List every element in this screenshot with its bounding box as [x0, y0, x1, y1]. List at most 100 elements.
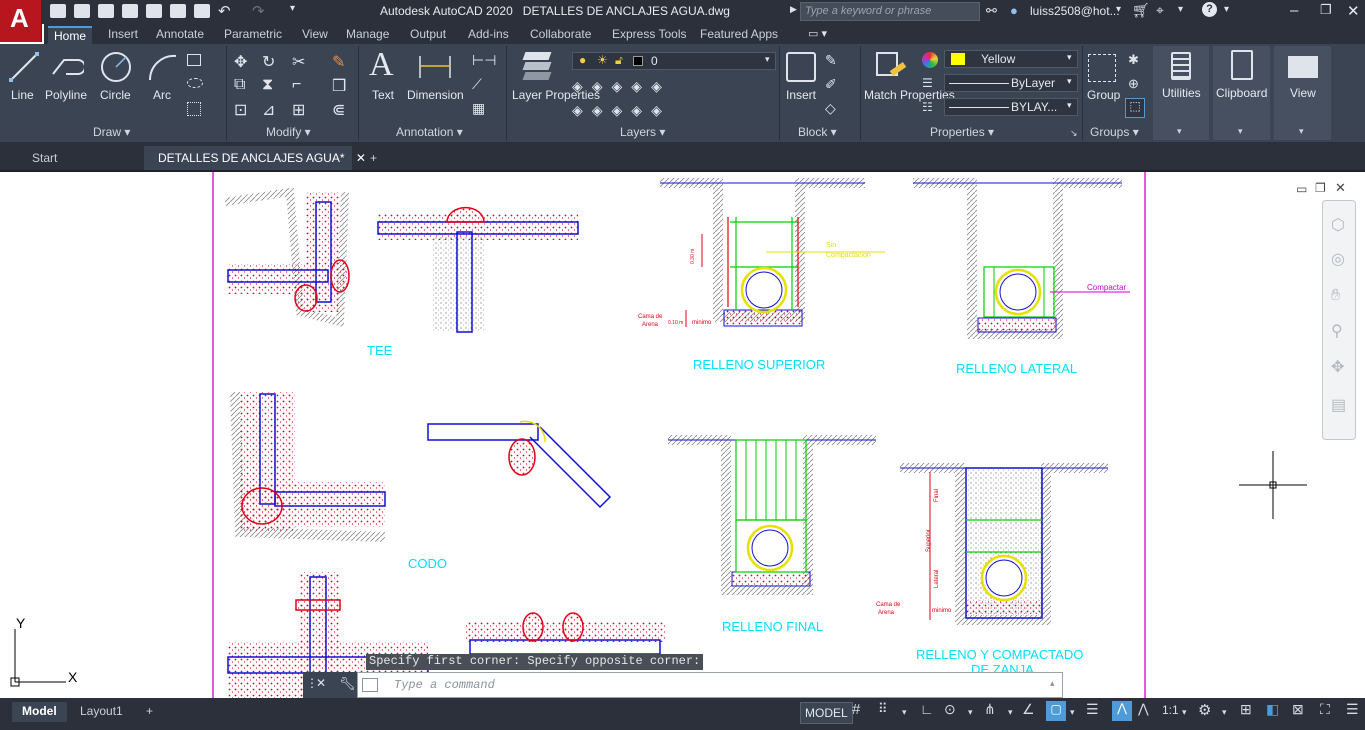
- workspace-gear-icon[interactable]: ⚙: [1198, 701, 1211, 721]
- hardware-acceleration-icon[interactable]: ◧: [1266, 701, 1279, 721]
- dimension-tool-label[interactable]: Dimension: [407, 88, 464, 102]
- linetype-icon[interactable]: ☷: [922, 100, 933, 114]
- viewport-minimize-icon[interactable]: ▭: [1296, 182, 1307, 196]
- a360-icon[interactable]: ⌖: [1156, 2, 1164, 19]
- block-panel-label[interactable]: Block ▾: [798, 125, 837, 139]
- save-web-icon[interactable]: [170, 4, 186, 18]
- clean-screen-icon[interactable]: ⊠: [1292, 701, 1304, 721]
- tab-express-tools[interactable]: Express Tools: [606, 26, 692, 44]
- group-icon[interactable]: [1088, 54, 1116, 82]
- erase-icon[interactable]: ✎: [332, 52, 345, 72]
- ortho-icon[interactable]: ∟: [920, 701, 934, 721]
- help-icon[interactable]: ?: [1202, 2, 1217, 17]
- move-icon[interactable]: ✥: [234, 52, 247, 72]
- edit-block-icon[interactable]: ✐: [825, 76, 837, 93]
- circle-tool-label[interactable]: Circle: [100, 88, 131, 102]
- save-as-icon[interactable]: [122, 4, 138, 18]
- table-icon[interactable]: ▦: [472, 100, 485, 117]
- viewport-restore-icon[interactable]: ❐: [1315, 181, 1326, 195]
- snap-icon[interactable]: ⠿: [878, 701, 888, 721]
- group-selection-icon[interactable]: ⬚: [1125, 98, 1145, 118]
- properties-launcher-icon[interactable]: ↘: [1070, 128, 1078, 139]
- rotate-icon[interactable]: ↻: [262, 52, 275, 72]
- leader-icon[interactable]: ⟋: [472, 76, 482, 93]
- layers-panel-label[interactable]: Layers ▾: [620, 125, 665, 139]
- new-tab-button[interactable]: +: [356, 146, 391, 170]
- layout1-tab[interactable]: Layout1: [70, 702, 133, 722]
- search-expand-icon[interactable]: ▶: [790, 4, 797, 15]
- circle-icon[interactable]: [99, 50, 133, 84]
- text-tool-label[interactable]: Text: [372, 88, 394, 102]
- add-layout-button[interactable]: +: [136, 702, 163, 722]
- rectangle-icon[interactable]: [187, 54, 201, 66]
- dimension-icon[interactable]: [416, 52, 454, 82]
- array-icon[interactable]: ⊞: [292, 100, 305, 120]
- close-icon[interactable]: ✕: [1347, 2, 1360, 20]
- restore-icon[interactable]: ❐: [1320, 2, 1332, 18]
- isodraft-dropdown-icon[interactable]: ▾: [1008, 707, 1013, 727]
- object-snap-tracking-icon[interactable]: ∠: [1022, 701, 1035, 721]
- text-icon[interactable]: A: [369, 46, 394, 84]
- tab-featured-apps[interactable]: Featured Apps: [694, 26, 784, 44]
- create-block-icon[interactable]: ✎: [825, 52, 837, 69]
- trim-icon[interactable]: ✂: [292, 52, 305, 72]
- modify-panel-label[interactable]: Modify ▾: [266, 125, 311, 139]
- polar-icon[interactable]: ⊙: [944, 701, 956, 721]
- tab-add-ins[interactable]: Add-ins: [462, 26, 515, 44]
- save-icon[interactable]: [98, 4, 114, 18]
- isolate-objects-icon[interactable]: ⊞: [1240, 701, 1252, 721]
- user-dropdown-icon[interactable]: ▾: [1116, 4, 1121, 15]
- layer-tools-row-1[interactable]: ◈◈◈◈◈: [572, 78, 671, 95]
- stretch-icon[interactable]: ⊡: [234, 100, 247, 120]
- tab-parametric[interactable]: Parametric: [218, 26, 288, 44]
- minimize-icon[interactable]: –: [1290, 2, 1298, 19]
- insert-tool-label[interactable]: Insert: [786, 88, 816, 102]
- customize-status-icon[interactable]: ☰: [1346, 701, 1359, 721]
- open-file-icon[interactable]: [74, 4, 90, 18]
- offset-icon[interactable]: ⋐: [332, 100, 345, 120]
- application-menu-button[interactable]: A: [0, 0, 42, 42]
- redo-icon[interactable]: ↷: [252, 2, 265, 20]
- command-customize-button[interactable]: 🔧︎: [335, 672, 357, 698]
- active-document-tab[interactable]: DETALLES DE ANCLAJES AGUA* ✕: [144, 146, 366, 170]
- tab-output[interactable]: Output: [404, 26, 452, 44]
- lineweight-icon[interactable]: ☰: [922, 76, 933, 90]
- viewport-close-icon[interactable]: ✕: [1335, 180, 1346, 196]
- cart-icon[interactable]: 🛒︎: [1132, 2, 1150, 19]
- line-tool-label[interactable]: Line: [11, 88, 34, 102]
- view-panel[interactable]: View ▾: [1274, 46, 1331, 140]
- group-tool-label[interactable]: Group: [1087, 88, 1120, 102]
- qat-dropdown-icon[interactable]: ▾: [290, 3, 295, 14]
- object-snap-dropdown-icon[interactable]: ▾: [1070, 707, 1075, 727]
- linetype-dropdown[interactable]: ByLayer ▾: [944, 74, 1078, 92]
- boundary-icon[interactable]: [187, 102, 201, 116]
- insert-block-icon[interactable]: [786, 52, 816, 82]
- grid-icon[interactable]: #: [852, 701, 860, 721]
- polyline-icon[interactable]: [50, 52, 84, 82]
- command-input[interactable]: Type a command ▴: [357, 672, 1063, 698]
- ribbon-minimize-icon[interactable]: ▭ ▾: [808, 27, 827, 40]
- command-close-icon[interactable]: ✕: [316, 676, 326, 690]
- match-properties-icon[interactable]: [876, 52, 907, 82]
- properties-panel-label[interactable]: Properties ▾: [930, 125, 994, 139]
- color-wheel-icon[interactable]: [922, 52, 938, 68]
- scale-dropdown-icon[interactable]: ▾: [1182, 707, 1187, 727]
- pan-icon[interactable]: ✋︎: [1331, 287, 1340, 305]
- layer-dropdown[interactable]: ● ☀ 🔓︎ 0 ▾: [572, 52, 776, 70]
- isodraft-icon[interactable]: ⋔: [984, 701, 996, 721]
- new-file-icon[interactable]: [50, 4, 66, 18]
- user-icon[interactable]: ●: [1010, 3, 1018, 18]
- open-web-icon[interactable]: [146, 4, 162, 18]
- explode-icon[interactable]: ❒: [332, 76, 346, 96]
- copy-icon[interactable]: ⧉: [234, 76, 245, 94]
- linear-dim-icon[interactable]: ⊢⊣: [472, 52, 496, 69]
- hatch-icon[interactable]: [187, 78, 203, 88]
- annotation-scale[interactable]: 1:1: [1162, 703, 1179, 723]
- line-icon[interactable]: [8, 50, 40, 84]
- model-space-button[interactable]: MODEL: [800, 702, 853, 724]
- color-dropdown[interactable]: Yellow ▾: [944, 50, 1078, 68]
- fillet-icon[interactable]: ⌐: [292, 76, 301, 94]
- model-tab[interactable]: Model: [12, 702, 67, 722]
- lineweight-toggle-icon[interactable]: ☰: [1086, 701, 1099, 721]
- annotation-visibility-icon[interactable]: ⋀: [1112, 701, 1132, 721]
